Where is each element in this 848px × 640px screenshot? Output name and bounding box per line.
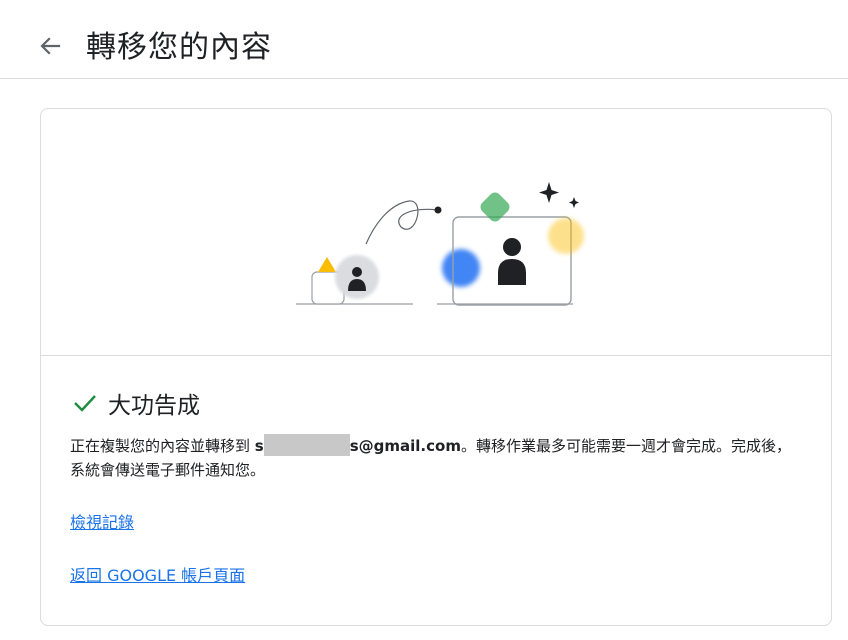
email-redaction bbox=[263, 434, 350, 456]
back-button[interactable] bbox=[34, 30, 66, 62]
arrow-left-icon bbox=[40, 37, 61, 55]
transfer-status-card: 大功告成 正在複製您的內容並轉移到 s s@gmail.com。轉移作業最多可能需… bbox=[40, 108, 832, 626]
transfer-illustration bbox=[41, 109, 831, 356]
sparkle-large-icon bbox=[539, 182, 559, 203]
green-diamond-shape bbox=[480, 192, 510, 222]
transfer-description: 正在複製您的內容並轉移到 s s@gmail.com。轉移作業最多可能需要一週才會… bbox=[70, 434, 800, 482]
status-title: 大功告成 bbox=[108, 393, 200, 419]
yellow-blob-shape bbox=[548, 218, 584, 254]
path-dot bbox=[434, 206, 442, 214]
sparkle-small-icon bbox=[569, 197, 579, 208]
page-title: 轉移您的內容 bbox=[86, 30, 272, 65]
small-person-head-icon bbox=[352, 267, 362, 277]
large-person-head-icon bbox=[503, 238, 521, 256]
email-end: s@gmail.com bbox=[349, 437, 461, 455]
page-header: 轉移您的內容 bbox=[0, 0, 848, 79]
status-row: 大功告成 bbox=[72, 387, 200, 419]
blue-blob-shape bbox=[442, 249, 480, 287]
check-icon bbox=[74, 395, 96, 412]
description-prefix: 正在複製您的內容並轉移到 bbox=[70, 437, 255, 455]
yellow-triangle-shape bbox=[318, 257, 336, 272]
large-person-body-icon bbox=[498, 259, 526, 285]
email-start: s bbox=[254, 437, 264, 455]
view-history-link[interactable]: 檢視記錄 bbox=[70, 509, 134, 533]
swirl-path bbox=[365, 200, 438, 245]
back-to-account-link[interactable]: 返回 GOOGLE 帳戶頁面 bbox=[70, 562, 245, 586]
